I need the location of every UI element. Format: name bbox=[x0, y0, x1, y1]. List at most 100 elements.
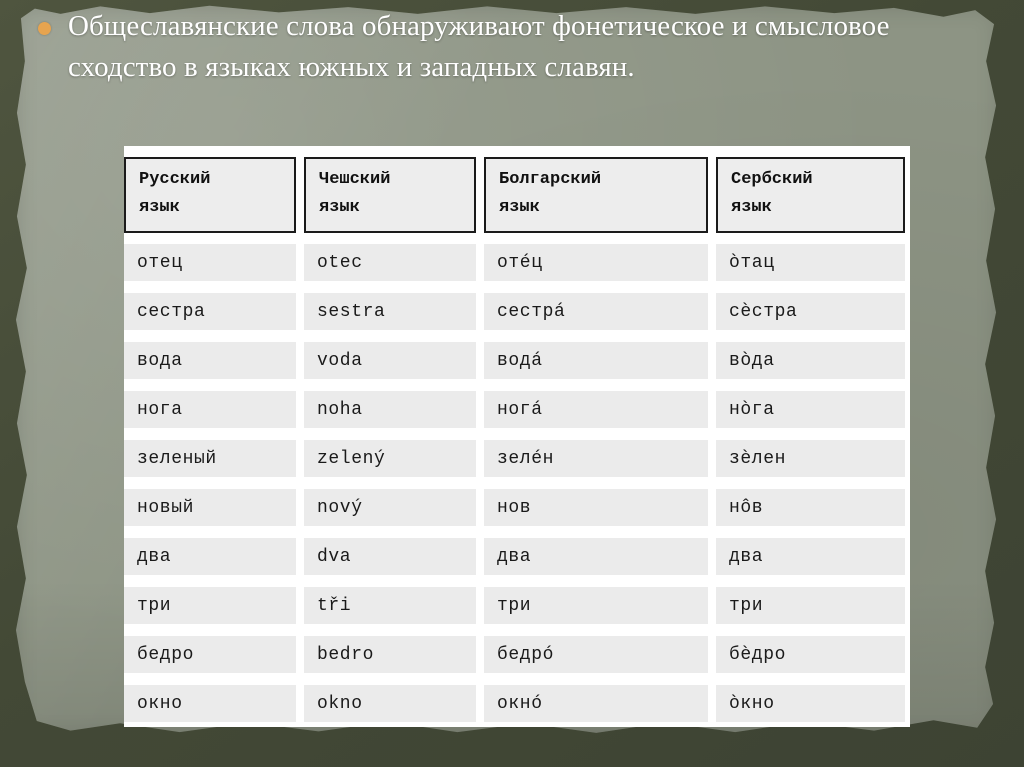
cell-gutter bbox=[476, 293, 484, 342]
table-header-row: Русский язык Чешский язык Болгарский язы… bbox=[124, 157, 910, 235]
cell-gutter bbox=[476, 391, 484, 440]
cell-gutter bbox=[476, 342, 484, 391]
cell-gutter bbox=[708, 538, 716, 587]
header-gutter bbox=[296, 157, 304, 235]
table-cell: отéц bbox=[484, 244, 708, 281]
table-cell: бедрó bbox=[484, 636, 708, 673]
row-tail-gutter bbox=[905, 293, 910, 342]
column-header-russian-line1: Русский bbox=[139, 170, 211, 189]
table-row: бедро bedro бедрó бèдро bbox=[124, 636, 910, 685]
table-cell: зèлен bbox=[716, 440, 905, 477]
column-header-czech: Чешский язык bbox=[304, 157, 476, 233]
cell-gutter bbox=[708, 342, 716, 391]
table-cell: сестра bbox=[124, 293, 296, 330]
table-cell: бедро bbox=[124, 636, 296, 673]
table-row: новый nový нов нôв bbox=[124, 489, 910, 538]
column-header-bulgarian-line2: язык bbox=[499, 198, 540, 217]
column-header-bulgarian-line1: Болгарский bbox=[499, 170, 602, 189]
table-cell: окно bbox=[124, 685, 296, 722]
column-header-bulgarian: Болгарский язык bbox=[484, 157, 708, 233]
table-cell: òкно bbox=[716, 685, 905, 722]
column-header-czech-line1: Чешский bbox=[319, 170, 391, 189]
table-row: два dva два два bbox=[124, 538, 910, 587]
table-cell: вода bbox=[124, 342, 296, 379]
cell-gutter bbox=[296, 391, 304, 440]
cell-gutter bbox=[296, 587, 304, 636]
cell-gutter bbox=[708, 391, 716, 440]
row-tail-gutter bbox=[905, 489, 910, 538]
cell-gutter bbox=[476, 489, 484, 538]
row-tail-gutter bbox=[905, 587, 910, 636]
column-header-czech-line2: язык bbox=[319, 198, 360, 217]
comparison-table: Русский язык Чешский язык Болгарский язы… bbox=[124, 146, 910, 727]
cell-gutter bbox=[708, 489, 716, 538]
cell-gutter bbox=[476, 244, 484, 293]
table-cell: bedro bbox=[304, 636, 476, 673]
headline-block: Общеславянские слова обнаруживают фонети… bbox=[38, 6, 918, 88]
table-row: три tři три три bbox=[124, 587, 910, 636]
table-cell: сестрá bbox=[484, 293, 708, 330]
table-cell: окнó bbox=[484, 685, 708, 722]
table-cell: otec bbox=[304, 244, 476, 281]
table-cell: нога bbox=[124, 391, 296, 428]
table-cell: сèстра bbox=[716, 293, 905, 330]
table-cell: zelený bbox=[304, 440, 476, 477]
table-cell: нòга bbox=[716, 391, 905, 428]
table-cell: два bbox=[716, 538, 905, 575]
table-row: сестра sestra сестрá сèстра bbox=[124, 293, 910, 342]
cell-gutter bbox=[296, 342, 304, 391]
table-row: отец otec отéц òтац bbox=[124, 244, 910, 293]
cell-gutter bbox=[476, 685, 484, 734]
cell-gutter bbox=[708, 587, 716, 636]
table-body: отец otec отéц òтац сестра sestra сестрá сèстра… bbox=[124, 244, 910, 734]
table-cell: три bbox=[124, 587, 296, 624]
cell-gutter bbox=[476, 587, 484, 636]
table-cell: два bbox=[484, 538, 708, 575]
cell-gutter bbox=[296, 440, 304, 489]
table-cell: voda bbox=[304, 342, 476, 379]
cell-gutter bbox=[296, 293, 304, 342]
column-header-serbian: Сербский язык bbox=[716, 157, 905, 233]
column-header-russian-line2: язык bbox=[139, 198, 180, 217]
cell-gutter bbox=[708, 293, 716, 342]
table-cell: два bbox=[124, 538, 296, 575]
cell-gutter bbox=[296, 538, 304, 587]
table-cell: noha bbox=[304, 391, 476, 428]
table-row: окно okno окнó òкно bbox=[124, 685, 910, 734]
table-cell: зеленый bbox=[124, 440, 296, 477]
row-tail-gutter bbox=[905, 342, 910, 391]
cell-gutter bbox=[476, 636, 484, 685]
table-cell: отец bbox=[124, 244, 296, 281]
cell-gutter bbox=[476, 538, 484, 587]
table-cell: ногá bbox=[484, 391, 708, 428]
cell-gutter bbox=[296, 489, 304, 538]
column-header-serbian-line2: язык bbox=[731, 198, 772, 217]
table-cell: зелéн bbox=[484, 440, 708, 477]
table-cell: вòда bbox=[716, 342, 905, 379]
table-cell: tři bbox=[304, 587, 476, 624]
table-row: вода voda водá вòда bbox=[124, 342, 910, 391]
row-tail-gutter bbox=[905, 391, 910, 440]
row-tail-gutter bbox=[905, 636, 910, 685]
table-row: нога noha ногá нòга bbox=[124, 391, 910, 440]
table-cell: три bbox=[484, 587, 708, 624]
table-cell: нôв bbox=[716, 489, 905, 526]
slide-canvas: Общеславянские слова обнаруживают фонети… bbox=[0, 0, 1024, 767]
row-tail-gutter bbox=[905, 538, 910, 587]
cell-gutter bbox=[476, 440, 484, 489]
table-cell: бèдро bbox=[716, 636, 905, 673]
table-cell: dva bbox=[304, 538, 476, 575]
table-cell: sestra bbox=[304, 293, 476, 330]
table-cell: nový bbox=[304, 489, 476, 526]
column-header-serbian-line1: Сербский bbox=[731, 170, 813, 189]
table-cell: три bbox=[716, 587, 905, 624]
row-tail-gutter bbox=[905, 685, 910, 734]
bullet-dot-icon bbox=[38, 22, 51, 35]
table-cell: нов bbox=[484, 489, 708, 526]
column-header-russian: Русский язык bbox=[124, 157, 296, 233]
cell-gutter bbox=[708, 685, 716, 734]
header-tail-gutter bbox=[905, 157, 910, 235]
row-tail-gutter bbox=[905, 244, 910, 293]
row-tail-gutter bbox=[905, 440, 910, 489]
table-cell: okno bbox=[304, 685, 476, 722]
